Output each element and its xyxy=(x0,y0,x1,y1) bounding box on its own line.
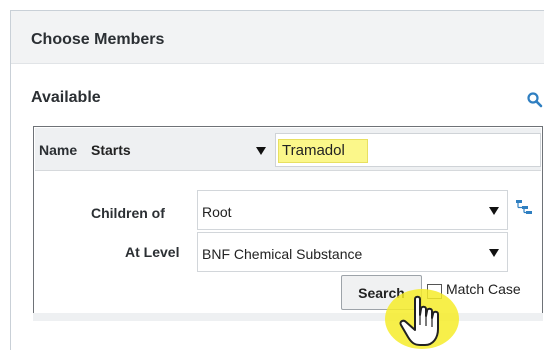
name-filter-row: Name Starts Tramadol xyxy=(35,128,541,171)
dialog-header: Choose Members xyxy=(11,11,544,64)
chevron-down-icon xyxy=(489,249,499,257)
available-filter-panel: Name Starts Tramadol Children of Root At xyxy=(33,126,543,314)
chevron-down-icon xyxy=(256,147,266,155)
results-area-edge xyxy=(33,313,543,321)
available-section-title: Available xyxy=(31,89,101,106)
name-operator-select[interactable]: Starts xyxy=(91,141,271,161)
search-icon[interactable] xyxy=(526,91,544,109)
children-of-label: Children of xyxy=(91,205,165,221)
children-of-select[interactable]: Root xyxy=(197,190,508,230)
search-term-input[interactable]: Tramadol xyxy=(275,133,541,167)
at-level-select[interactable]: BNF Chemical Substance xyxy=(197,232,508,272)
chevron-down-icon xyxy=(489,207,499,215)
name-operator-value: Starts xyxy=(91,142,131,158)
search-term-value: Tramadol xyxy=(282,142,345,159)
dialog-title: Choose Members xyxy=(31,31,165,48)
name-label: Name xyxy=(39,142,78,158)
hand-pointer-icon xyxy=(385,289,459,349)
at-level-label: At Level xyxy=(125,244,180,260)
hierarchy-icon[interactable] xyxy=(515,199,533,215)
at-level-value: BNF Chemical Substance xyxy=(202,246,363,262)
children-of-value: Root xyxy=(202,204,232,220)
